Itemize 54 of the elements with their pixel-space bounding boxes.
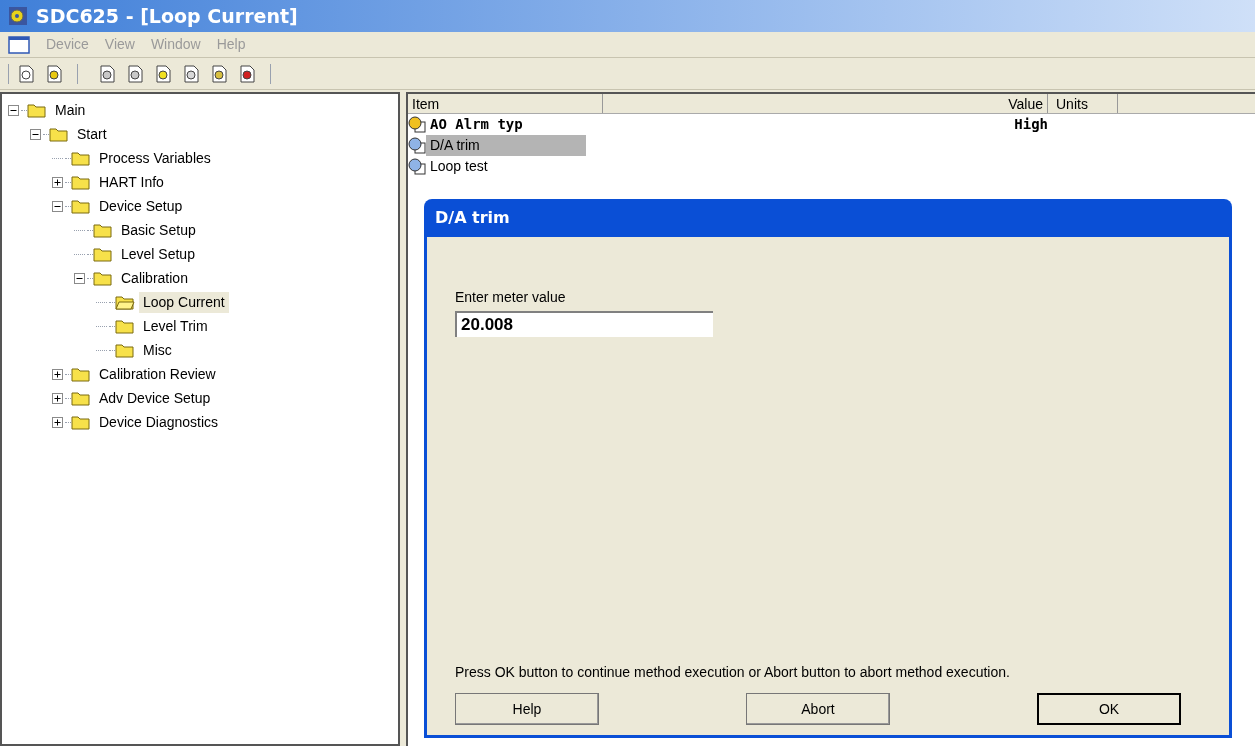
gear-icon — [8, 6, 28, 26]
folder-icon — [71, 198, 91, 214]
folder-icon — [71, 414, 91, 430]
tree-item[interactable]: Calibration — [117, 267, 192, 289]
tree-item[interactable]: Device Setup — [95, 195, 187, 217]
expand-icon[interactable] — [52, 416, 63, 428]
tree-item[interactable]: Calibration Review — [95, 363, 220, 385]
folder-icon — [71, 174, 91, 190]
expand-icon[interactable] — [52, 368, 63, 380]
tree-item[interactable]: Loop Current — [139, 291, 229, 313]
tree-item[interactable]: Misc — [139, 339, 176, 361]
folder-icon — [93, 270, 113, 286]
column-header[interactable]: Item — [408, 94, 603, 113]
tree-item[interactable]: HART Info — [95, 171, 168, 193]
collapse-icon[interactable] — [8, 104, 19, 116]
tree-item[interactable]: Main — [51, 99, 90, 121]
tree-item[interactable]: Level Setup — [117, 243, 199, 265]
folder-icon — [71, 150, 91, 166]
dialog-button[interactable]: Abort — [746, 693, 890, 725]
folder-icon — [71, 366, 91, 382]
input-field[interactable]: 20.008 — [455, 311, 713, 337]
tree-item[interactable]: Adv Device Setup — [95, 387, 215, 409]
tree-item[interactable]: Process Variables — [95, 147, 215, 169]
folder-icon — [93, 222, 113, 238]
column-header[interactable]: Units — [1048, 94, 1118, 113]
tree-item[interactable]: Device Diagnostics — [95, 411, 223, 433]
folder-icon — [93, 246, 113, 262]
value-cell-text: High — [1013, 115, 1048, 134]
list-item[interactable]: AO Alrm typ — [426, 114, 586, 135]
tree-item[interactable]: Level Trim — [139, 315, 212, 337]
collapse-icon[interactable] — [74, 272, 85, 284]
message-text: Press OK button to continue method execution or Abort button to abort method execution. — [455, 663, 1011, 682]
folder-icon — [49, 126, 69, 142]
tree-item[interactable]: Start — [73, 123, 111, 145]
collapse-icon[interactable] — [30, 128, 41, 140]
folder-icon — [115, 294, 135, 310]
folder-icon — [115, 342, 135, 358]
expand-icon[interactable] — [52, 392, 63, 404]
folder-icon — [27, 102, 47, 118]
tree-item[interactable]: Basic Setup — [117, 219, 200, 241]
folder-icon — [71, 390, 91, 406]
window-title: SDC625 - [Loop Current] — [36, 3, 298, 29]
field-label: Enter meter value — [455, 288, 567, 307]
expand-icon[interactable] — [52, 176, 63, 188]
dialog-button[interactable]: OK — [1037, 693, 1181, 725]
collapse-icon[interactable] — [52, 200, 63, 212]
dialog-title: D/A trim — [435, 207, 510, 229]
dialog-button[interactable]: Help — [455, 693, 599, 725]
column-header[interactable]: Value — [603, 94, 1048, 113]
folder-icon — [115, 318, 135, 334]
list-item[interactable]: Loop test — [426, 156, 586, 177]
new-document-icon[interactable] — [17, 63, 37, 84]
window-icon[interactable] — [8, 35, 30, 54]
list-item[interactable]: D/A trim — [426, 135, 586, 156]
